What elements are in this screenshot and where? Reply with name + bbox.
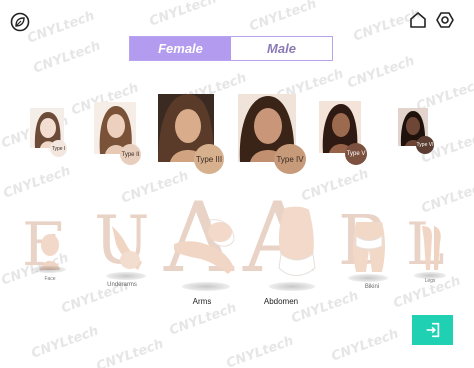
gender-toggle: Female Male bbox=[129, 36, 333, 61]
skin-type-1-badge: Type I bbox=[50, 140, 67, 157]
abdomen-figure-icon bbox=[278, 206, 316, 276]
area-label: Arms bbox=[192, 297, 212, 306]
face-figure-icon bbox=[40, 234, 60, 270]
skin-type-5-badge: Type V bbox=[345, 143, 367, 165]
watermark: CNYLtech bbox=[1, 163, 73, 202]
leaf-circle-icon bbox=[10, 12, 30, 32]
area-label: Abdomen bbox=[263, 297, 299, 306]
skin-type-4-card[interactable]: Type IV bbox=[238, 94, 308, 176]
watermark: CNYLtech bbox=[247, 0, 319, 35]
area-shadow bbox=[182, 282, 230, 291]
underarm-figure-icon bbox=[112, 226, 142, 270]
hexagon-gear-icon bbox=[436, 12, 454, 28]
watermark: CNYLtech bbox=[25, 8, 97, 47]
watermark: CNYLtech bbox=[329, 326, 401, 365]
skin-type-1-card[interactable]: Type I bbox=[30, 108, 70, 157]
skin-type-2-card[interactable]: Type II bbox=[94, 102, 144, 165]
skin-type-4-badge: Type IV bbox=[274, 144, 306, 174]
settings-button[interactable] bbox=[434, 9, 456, 31]
watermark: CNYLtech bbox=[147, 0, 219, 30]
body-area-underarms[interactable]: U Underarms bbox=[90, 202, 154, 294]
area-label: Face bbox=[44, 276, 56, 282]
legs-figure-icon bbox=[422, 226, 441, 270]
area-shadow bbox=[269, 282, 315, 291]
area-shadow bbox=[348, 274, 388, 282]
body-area-bikini[interactable]: B Bikini bbox=[334, 202, 398, 296]
skin-type-2-badge: Type II bbox=[120, 144, 141, 165]
body-area-arms[interactable]: A Arms bbox=[164, 182, 240, 310]
body-area-legs[interactable]: L Legs bbox=[404, 210, 456, 290]
watermark: CNYLtech bbox=[31, 38, 103, 77]
bikini-figure-icon bbox=[353, 222, 385, 272]
home-button[interactable] bbox=[407, 9, 429, 31]
skin-type-6-badge: Type VI bbox=[416, 136, 434, 154]
area-label: Legs bbox=[424, 278, 436, 284]
area-shadow bbox=[106, 272, 146, 280]
skin-type-5-card[interactable]: Type V bbox=[319, 101, 371, 165]
area-shadow bbox=[32, 266, 66, 273]
body-area-face[interactable]: F Face bbox=[20, 210, 76, 288]
exit-button[interactable] bbox=[412, 315, 453, 345]
skin-type-3-card[interactable]: Type III bbox=[158, 94, 226, 176]
area-label: Underarms bbox=[107, 282, 137, 288]
male-tab[interactable]: Male bbox=[231, 37, 332, 60]
area-label: Bikini bbox=[364, 284, 380, 290]
skin-type-6-card[interactable]: Type VI bbox=[398, 108, 436, 154]
watermark: CNYLtech bbox=[345, 53, 417, 92]
skin-type-3-badge: Type III bbox=[194, 144, 224, 174]
watermark: CNYLtech bbox=[94, 336, 166, 368]
watermark: CNYLtech bbox=[29, 323, 101, 362]
watermark: CNYLtech bbox=[224, 333, 296, 368]
logo-button[interactable] bbox=[9, 11, 31, 33]
female-tab[interactable]: Female bbox=[130, 37, 231, 60]
body-area-abdomen[interactable]: A Abdomen bbox=[243, 182, 325, 310]
arm-figure-icon bbox=[174, 219, 235, 274]
exit-door-icon bbox=[426, 322, 439, 338]
home-icon bbox=[410, 12, 426, 28]
